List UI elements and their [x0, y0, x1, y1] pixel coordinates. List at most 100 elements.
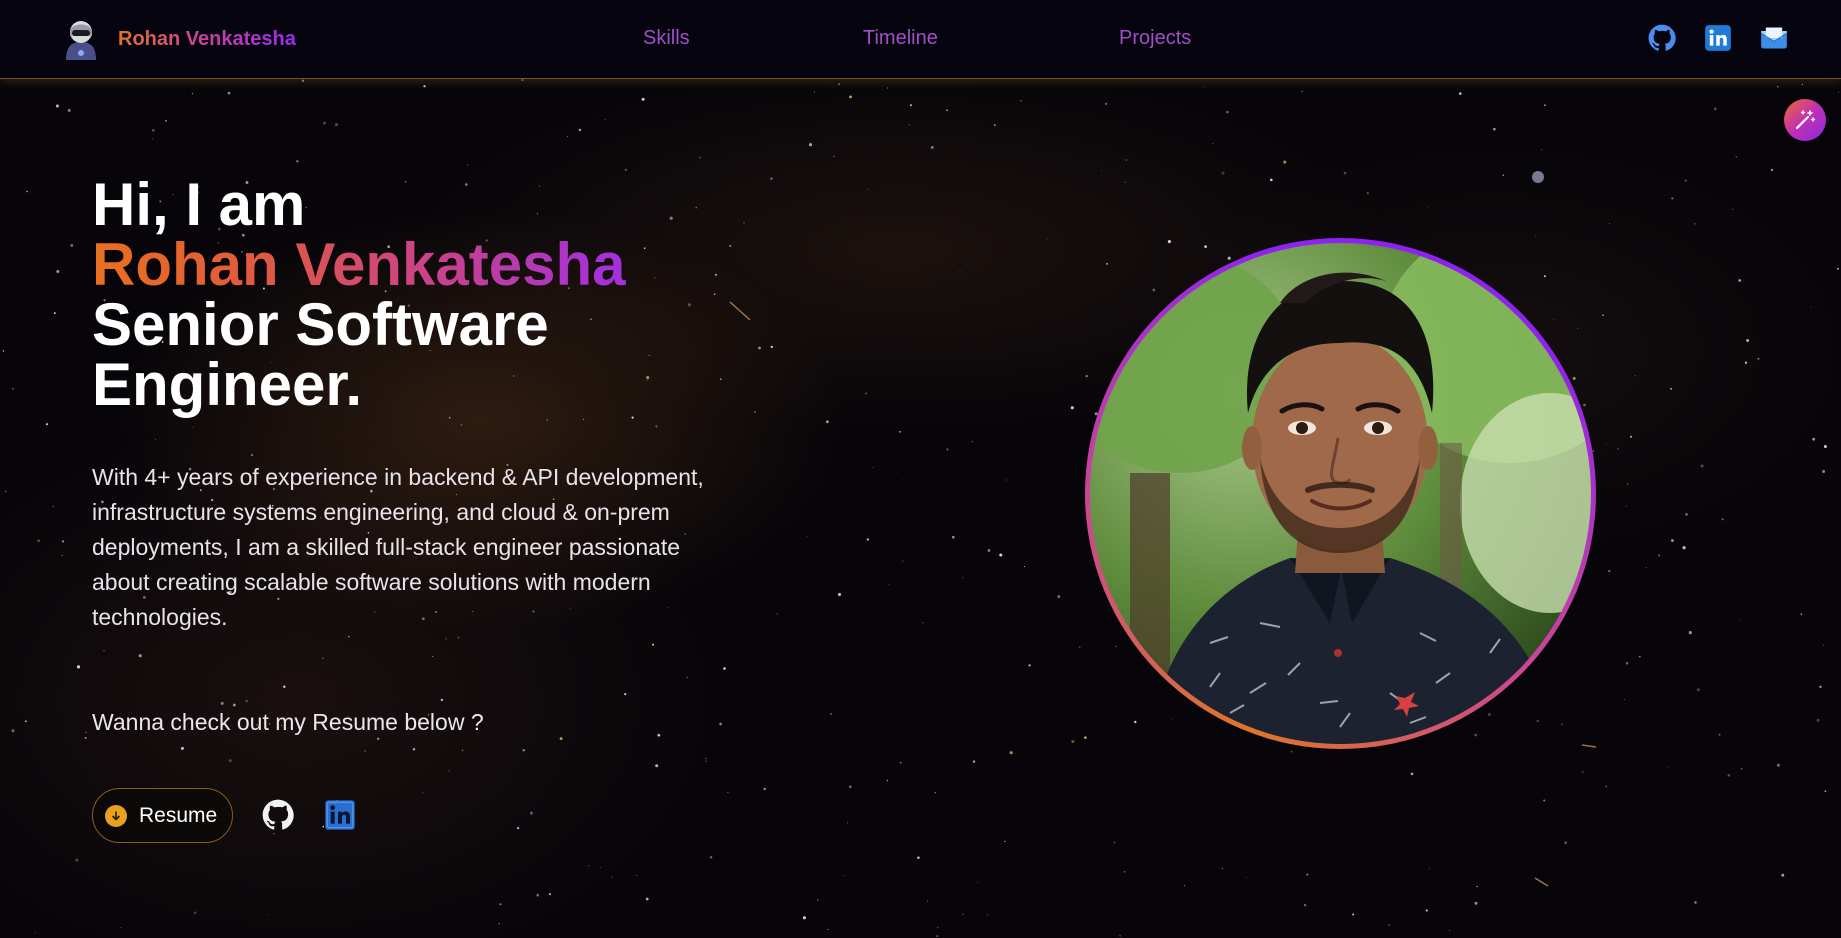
- star: [193, 911, 197, 915]
- star: [364, 750, 366, 752]
- star: [377, 737, 380, 740]
- star: [1801, 83, 1803, 85]
- star: [705, 757, 707, 760]
- star: [1057, 595, 1061, 599]
- star: [830, 713, 832, 715]
- star: [1684, 179, 1688, 182]
- star: [833, 155, 835, 157]
- star: [467, 164, 469, 166]
- star: [24, 720, 27, 723]
- linkedin-icon[interactable]: [1704, 24, 1732, 52]
- nav-link-timeline[interactable]: Timeline: [863, 27, 938, 50]
- star: [245, 699, 248, 703]
- hero-title-line2: Engineer.: [92, 351, 363, 418]
- magic-theme-button[interactable]: [1784, 99, 1826, 141]
- star: [813, 91, 815, 93]
- star: [517, 827, 520, 830]
- hero-section: Hi, I am Rohan Venkatesha Senior Softwar…: [92, 175, 732, 635]
- star: [867, 188, 869, 190]
- star: [843, 875, 845, 876]
- brand-home-link[interactable]: Rohan Venkatesha: [58, 16, 296, 62]
- star: [445, 637, 448, 640]
- nav-link-skills[interactable]: Skills: [643, 27, 690, 50]
- star: [56, 270, 60, 273]
- star: [536, 893, 540, 897]
- star: [951, 535, 955, 539]
- star: [1694, 223, 1696, 225]
- star: [296, 160, 299, 163]
- nav-link-projects[interactable]: Projects: [1119, 27, 1191, 50]
- star: [600, 866, 602, 868]
- star: [636, 874, 638, 876]
- star: [826, 420, 829, 424]
- star: [1543, 799, 1546, 802]
- star: [641, 97, 645, 101]
- star: [1458, 92, 1462, 95]
- github-icon[interactable]: [262, 799, 294, 831]
- download-icon: [105, 804, 127, 827]
- star: [1700, 464, 1704, 468]
- github-icon[interactable]: [1648, 24, 1676, 52]
- star: [727, 791, 729, 793]
- star: [743, 221, 745, 224]
- portrait-illustration: [1090, 243, 1591, 744]
- profile-photo: [1090, 243, 1591, 744]
- star: [103, 650, 105, 652]
- star: [322, 657, 324, 660]
- star: [1582, 771, 1584, 773]
- hero-name: Rohan Venkatesha: [92, 235, 732, 295]
- star: [987, 914, 988, 916]
- star: [180, 746, 184, 750]
- star: [61, 540, 65, 543]
- star: [53, 312, 56, 315]
- star: [977, 882, 978, 883]
- meteor-streak: [1534, 877, 1549, 887]
- star: [11, 387, 14, 390]
- star: [1757, 357, 1760, 360]
- resume-label: Resume: [139, 803, 218, 827]
- star: [348, 635, 350, 638]
- star: [1204, 86, 1206, 88]
- star: [1810, 306, 1812, 308]
- star: [770, 345, 773, 349]
- star: [52, 505, 55, 508]
- star: [930, 145, 934, 149]
- star: [899, 761, 902, 764]
- star: [705, 760, 707, 763]
- star: [227, 91, 231, 95]
- mail-icon[interactable]: [1760, 24, 1788, 52]
- star: [1071, 739, 1075, 744]
- star: [1822, 644, 1825, 646]
- star: [837, 592, 842, 597]
- star: [987, 549, 991, 552]
- linkedin-icon[interactable]: [324, 799, 356, 831]
- star: [946, 109, 948, 112]
- star: [866, 538, 870, 541]
- star: [827, 928, 829, 930]
- star: [84, 736, 87, 739]
- star: [1301, 90, 1303, 93]
- star: [1823, 444, 1827, 449]
- hacker-avatar-icon: [66, 21, 96, 60]
- star: [1670, 539, 1674, 542]
- star: [1221, 867, 1223, 870]
- star: [1047, 238, 1049, 240]
- star: [1125, 159, 1128, 161]
- star: [1592, 450, 1595, 452]
- star: [971, 441, 973, 443]
- star: [1731, 208, 1734, 211]
- star: [802, 916, 806, 920]
- star: [151, 138, 154, 140]
- star: [322, 121, 326, 125]
- star: [1290, 751, 1293, 753]
- resume-download-button[interactable]: Resume: [92, 788, 233, 843]
- star: [45, 423, 48, 426]
- star: [1770, 169, 1773, 171]
- star: [1605, 444, 1607, 445]
- star: [232, 703, 236, 707]
- star: [457, 636, 460, 639]
- star: [1283, 160, 1287, 164]
- star: [1738, 279, 1742, 282]
- star: [1670, 388, 1672, 390]
- star: [922, 622, 924, 624]
